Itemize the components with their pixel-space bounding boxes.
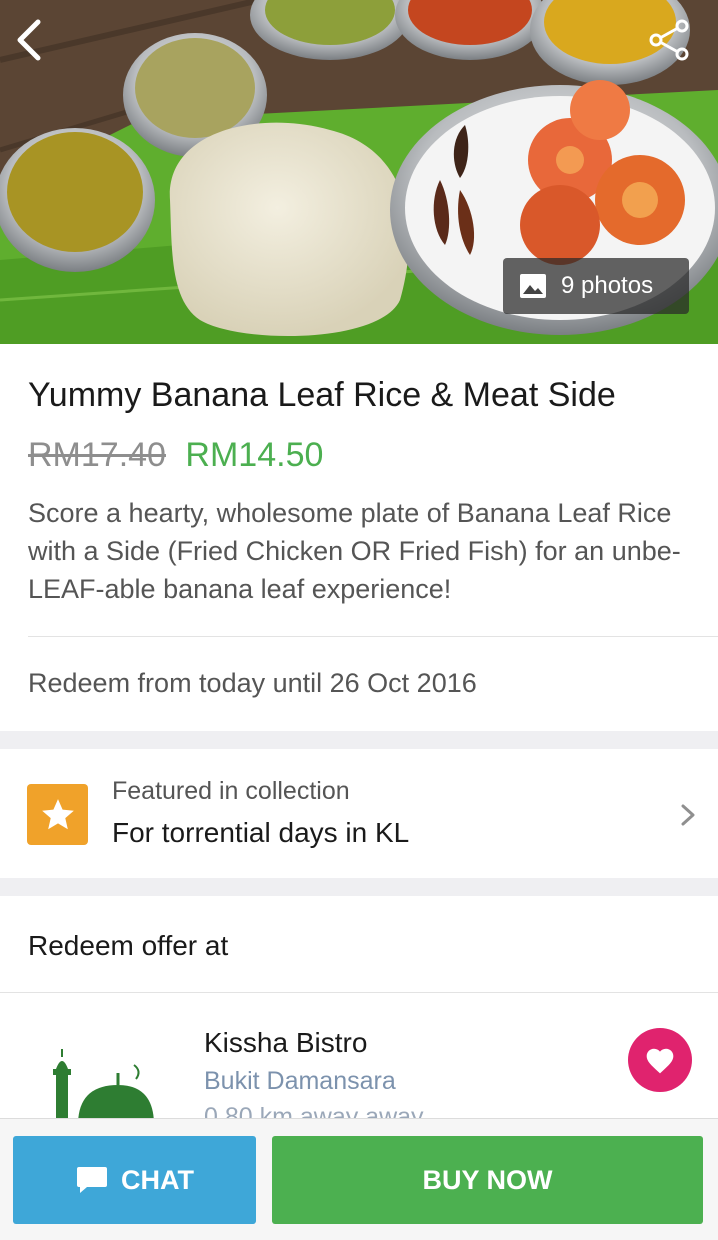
deal-title: Yummy Banana Leaf Rice & Meat Side [28,376,616,414]
favorite-button[interactable] [628,1028,692,1092]
section-separator [0,731,718,749]
collection-badge [27,784,88,845]
merchant-name: Kissha Bistro [204,1027,368,1058]
image-icon [520,274,546,298]
merchant-card[interactable]: Kissha Bistro Bukit Damansara 0.80 km aw… [0,993,718,1118]
discounted-price: RM14.50 [185,436,324,474]
photos-button[interactable]: 9 photos [503,258,689,314]
chat-button[interactable]: CHAT [13,1136,256,1224]
deal-description: Score a hearty, wholesome plate of Banan… [28,498,681,604]
buy-now-button-label: BUY NOW [422,1164,553,1195]
star-icon [41,798,74,829]
collection-row[interactable] [0,749,718,878]
redeem-heading: Redeem offer at [28,930,229,961]
price-row: RM17.40 RM14.50 [28,436,323,475]
back-button[interactable] [10,14,54,66]
collection-name: For torrential days in KL [112,817,410,848]
buy-now-button[interactable]: BUY NOW [272,1136,703,1224]
original-price: RM17.40 [28,436,166,474]
merchant-distance: 0.80 km away away [204,1103,424,1118]
divider [28,636,718,637]
merchant-logo [53,1049,154,1118]
chat-button-label: CHAT [121,1164,194,1195]
hero-photo[interactable]: 9 photos [0,0,718,344]
chevron-right-icon [681,804,695,826]
photos-count-label: 9 photos [561,272,654,299]
merchant-area: Bukit Damansara [204,1067,396,1095]
section-separator [0,878,718,896]
chevron-left-icon [17,19,41,61]
collection-subtitle: Featured in collection [112,777,350,805]
share-icon [649,19,689,61]
chat-bubble-icon [77,1167,107,1193]
heart-icon [646,1048,674,1074]
redeem-period: Redeem from today until 26 Oct 2016 [28,668,477,698]
share-button[interactable] [646,18,694,62]
